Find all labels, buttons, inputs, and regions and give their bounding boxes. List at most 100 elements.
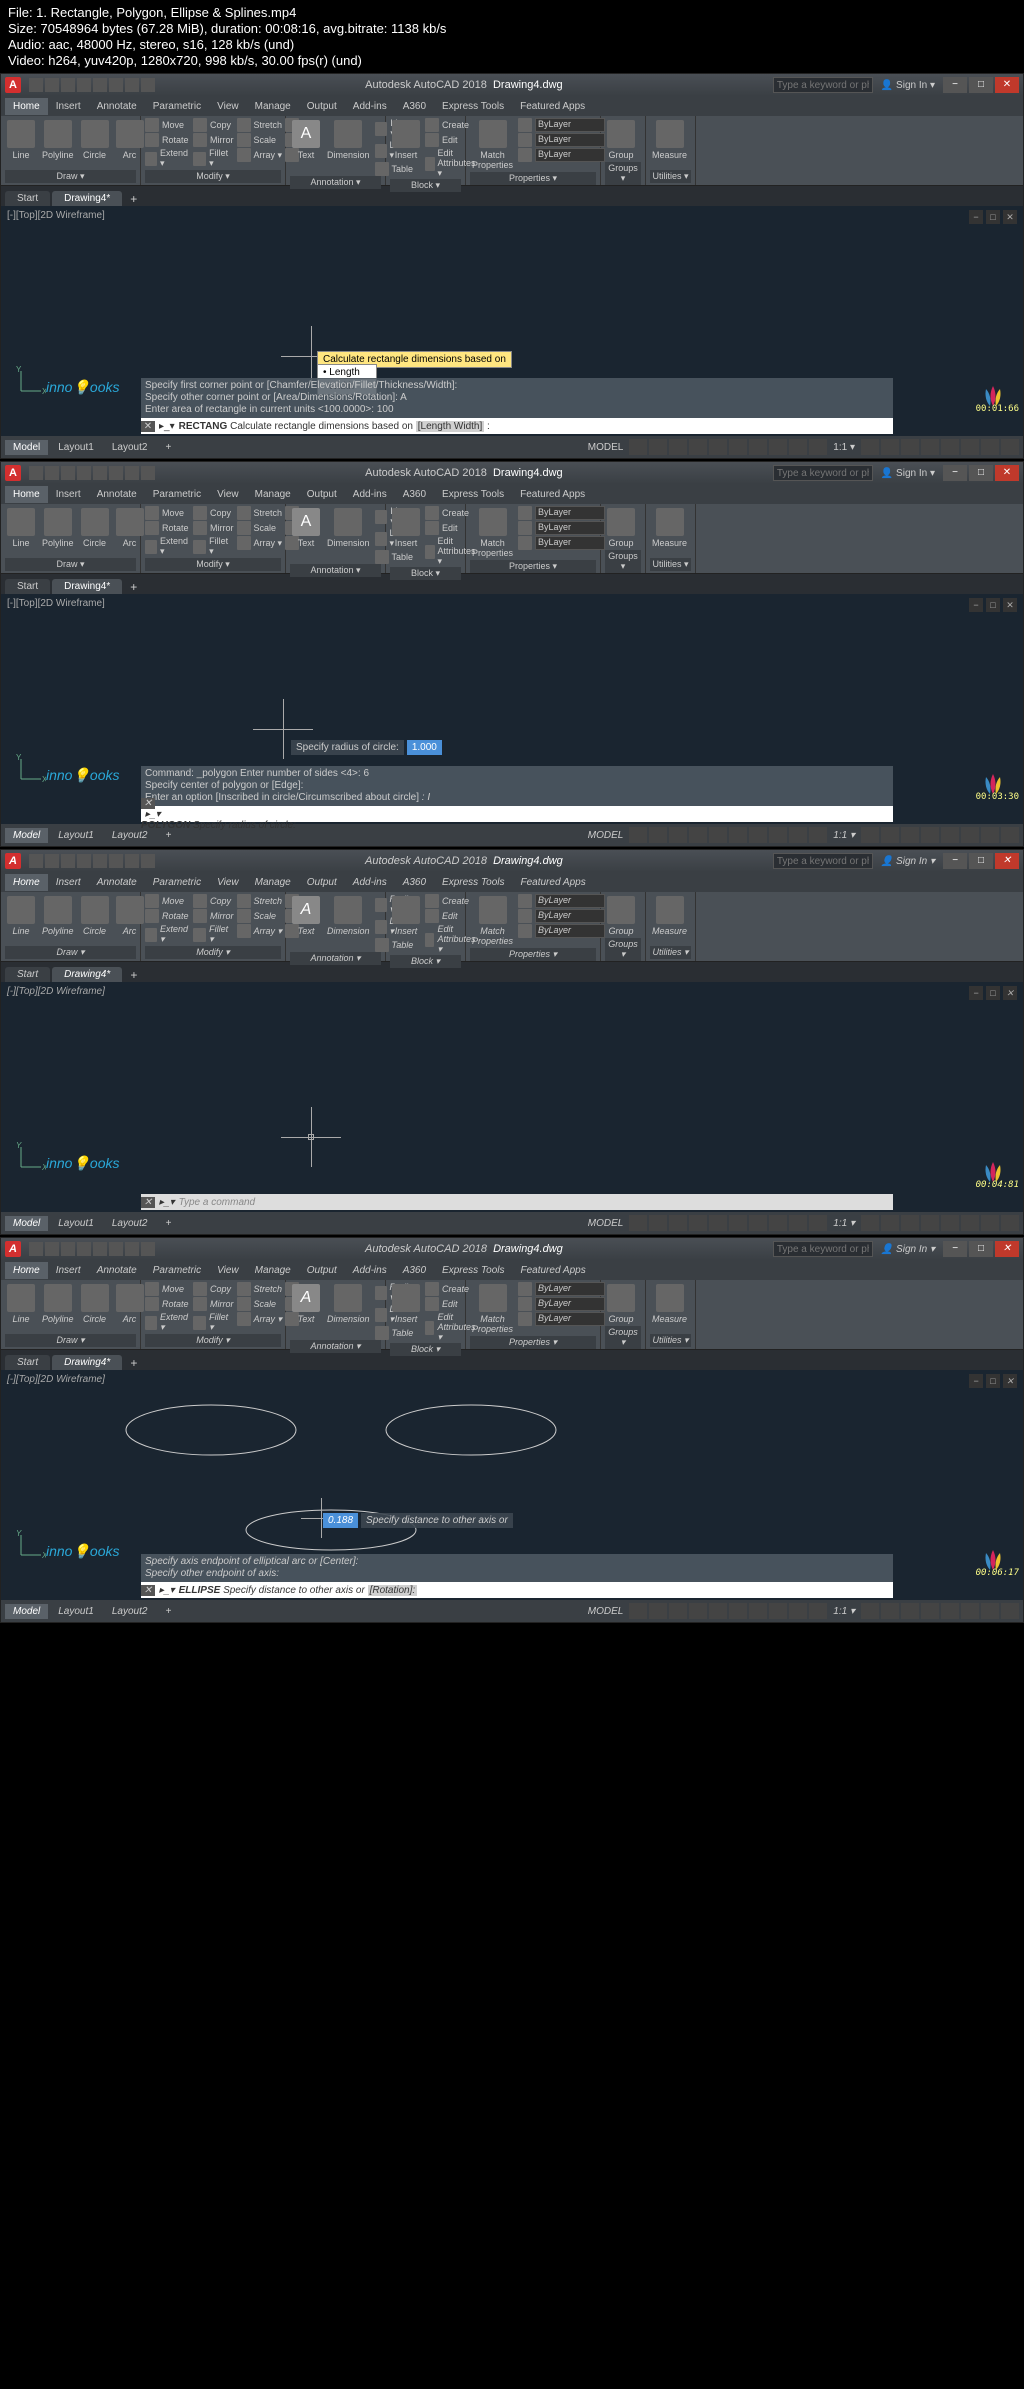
qat-button-5[interactable] bbox=[109, 1242, 123, 1256]
status-toggle-7[interactable] bbox=[769, 439, 787, 455]
match-properties-button[interactable]: Match Properties bbox=[470, 1282, 515, 1336]
status-toggle-1[interactable] bbox=[649, 827, 667, 843]
menu-a360[interactable]: A360 bbox=[395, 98, 434, 115]
qat-button-3[interactable] bbox=[77, 78, 91, 92]
viewport-maximize[interactable]: □ bbox=[986, 598, 1000, 612]
match-properties-button[interactable]: Match Properties bbox=[470, 894, 515, 948]
qat-button-2[interactable] bbox=[61, 466, 75, 480]
drawing-tab[interactable]: Drawing4* bbox=[52, 579, 122, 594]
modify-rotate-button[interactable]: Rotate bbox=[145, 521, 190, 535]
cmdline-close-icon[interactable]: ✕ bbox=[141, 1197, 155, 1208]
lineweight-combo[interactable]: ByLayer bbox=[518, 148, 605, 162]
modify-move-button[interactable]: Move bbox=[145, 506, 190, 520]
help-search-input[interactable] bbox=[773, 77, 873, 93]
model-tab[interactable]: Model bbox=[5, 1216, 48, 1231]
modify-extend ▾-button[interactable]: Extend ▾ bbox=[145, 536, 190, 557]
status-toggle-6[interactable] bbox=[749, 439, 767, 455]
draw-polyline-button[interactable]: Polyline bbox=[40, 894, 76, 938]
menu-manage[interactable]: Manage bbox=[247, 1262, 299, 1279]
status-toggle-r0[interactable] bbox=[861, 827, 879, 843]
status-toggle-4[interactable] bbox=[709, 827, 727, 843]
dimension-button[interactable]: Dimension bbox=[325, 118, 372, 162]
status-toggle-r2[interactable] bbox=[901, 1215, 919, 1231]
menu-manage[interactable]: Manage bbox=[247, 874, 299, 891]
modelspace-indicator[interactable]: MODEL bbox=[584, 442, 628, 453]
qat-button-3[interactable] bbox=[77, 854, 91, 868]
menu-insert[interactable]: Insert bbox=[48, 874, 89, 891]
status-toggle-0[interactable] bbox=[629, 827, 647, 843]
group-button[interactable]: Group bbox=[605, 118, 637, 162]
maximize-button[interactable]: □ bbox=[969, 77, 993, 93]
dimension-button[interactable]: Dimension bbox=[325, 506, 372, 550]
modify-mirror-button[interactable]: Mirror bbox=[193, 1297, 234, 1311]
status-toggle-r0[interactable] bbox=[861, 1603, 879, 1619]
status-toggle-5[interactable] bbox=[729, 827, 747, 843]
modify-rotate-button[interactable]: Rotate bbox=[145, 1297, 190, 1311]
app-icon[interactable]: A bbox=[5, 1241, 21, 1257]
status-toggle-r4[interactable] bbox=[941, 1215, 959, 1231]
measure-button[interactable]: Measure bbox=[650, 118, 689, 162]
qat-button-6[interactable] bbox=[125, 78, 139, 92]
layer-combo[interactable]: ByLayer bbox=[518, 1282, 605, 1296]
minimize-button[interactable]: − bbox=[943, 1241, 967, 1257]
draw-line-button[interactable]: Line bbox=[5, 118, 37, 162]
layout2-tab[interactable]: Layout2 bbox=[104, 1216, 156, 1231]
viewport-maximize[interactable]: □ bbox=[986, 1374, 1000, 1388]
draw-circle-button[interactable]: Circle bbox=[79, 1282, 111, 1326]
modify-rotate-button[interactable]: Rotate bbox=[145, 909, 190, 923]
layout1-tab[interactable]: Layout1 bbox=[50, 440, 102, 455]
minimize-button[interactable]: − bbox=[943, 853, 967, 869]
status-toggle-r3[interactable] bbox=[921, 439, 939, 455]
linetype-combo[interactable]: ByLayer bbox=[518, 133, 605, 147]
menu-insert[interactable]: Insert bbox=[48, 98, 89, 115]
command-line[interactable]: ✕ ▸_▾ Type a command bbox=[141, 1194, 893, 1210]
modify-copy-button[interactable]: Copy bbox=[193, 1282, 234, 1296]
drawing-canvas[interactable]: [-][Top][2D Wireframe] − □ ✕ X Y inno💡oo… bbox=[1, 982, 1023, 1212]
group-button[interactable]: Group bbox=[605, 506, 637, 550]
status-toggle-9[interactable] bbox=[809, 1215, 827, 1231]
start-tab[interactable]: Start bbox=[5, 967, 50, 982]
menu-home[interactable]: Home bbox=[5, 486, 48, 503]
status-toggle-8[interactable] bbox=[789, 1603, 807, 1619]
menu-insert[interactable]: Insert bbox=[48, 1262, 89, 1279]
status-toggle-3[interactable] bbox=[689, 439, 707, 455]
menu-add-ins[interactable]: Add-ins bbox=[345, 1262, 395, 1279]
draw-polyline-button[interactable]: Polyline bbox=[40, 118, 76, 162]
qat-button-2[interactable] bbox=[61, 854, 75, 868]
status-toggle-9[interactable] bbox=[809, 827, 827, 843]
viewport-label[interactable]: [-][Top][2D Wireframe] bbox=[7, 986, 105, 997]
modelspace-indicator[interactable]: MODEL bbox=[584, 1606, 628, 1617]
menu-a360[interactable]: A360 bbox=[395, 1262, 434, 1279]
menu-output[interactable]: Output bbox=[299, 1262, 345, 1279]
modify-copy-button[interactable]: Copy bbox=[193, 506, 234, 520]
measure-button[interactable]: Measure bbox=[650, 1282, 689, 1326]
signin-button[interactable]: 👤 Sign In ▾ bbox=[881, 80, 935, 91]
modify-extend ▾-button[interactable]: Extend ▾ bbox=[145, 148, 190, 169]
qat-button-7[interactable] bbox=[141, 466, 155, 480]
status-toggle-9[interactable] bbox=[809, 1603, 827, 1619]
insert-button[interactable]: Insert bbox=[390, 506, 422, 550]
drawing-canvas[interactable]: [-][Top][2D Wireframe] − □ ✕ X Y inno💡oo… bbox=[1, 1370, 1023, 1600]
qat-button-6[interactable] bbox=[125, 1242, 139, 1256]
menu-manage[interactable]: Manage bbox=[247, 486, 299, 503]
cmdline-close-icon[interactable]: ✕ bbox=[141, 798, 155, 809]
status-toggle-7[interactable] bbox=[769, 1215, 787, 1231]
maximize-button[interactable]: □ bbox=[969, 1241, 993, 1257]
layer-combo[interactable]: ByLayer bbox=[518, 894, 605, 908]
viewport-label[interactable]: [-][Top][2D Wireframe] bbox=[7, 210, 105, 221]
status-toggle-r3[interactable] bbox=[921, 1603, 939, 1619]
layout2-tab[interactable]: Layout2 bbox=[104, 440, 156, 455]
qat-button-1[interactable] bbox=[45, 854, 59, 868]
signin-button[interactable]: 👤 Sign In ▾ bbox=[881, 856, 935, 867]
qat-button-1[interactable] bbox=[45, 1242, 59, 1256]
qat-button-7[interactable] bbox=[141, 854, 155, 868]
status-toggle-r1[interactable] bbox=[881, 827, 899, 843]
draw-circle-button[interactable]: Circle bbox=[79, 118, 111, 162]
status-toggle-0[interactable] bbox=[629, 1215, 647, 1231]
modify-move-button[interactable]: Move bbox=[145, 894, 190, 908]
viewport-minimize[interactable]: − bbox=[969, 598, 983, 612]
help-search-input[interactable] bbox=[773, 465, 873, 481]
qat-button-0[interactable] bbox=[29, 1242, 43, 1256]
qat-button-6[interactable] bbox=[125, 466, 139, 480]
add-layout-button[interactable]: + bbox=[157, 1604, 179, 1619]
